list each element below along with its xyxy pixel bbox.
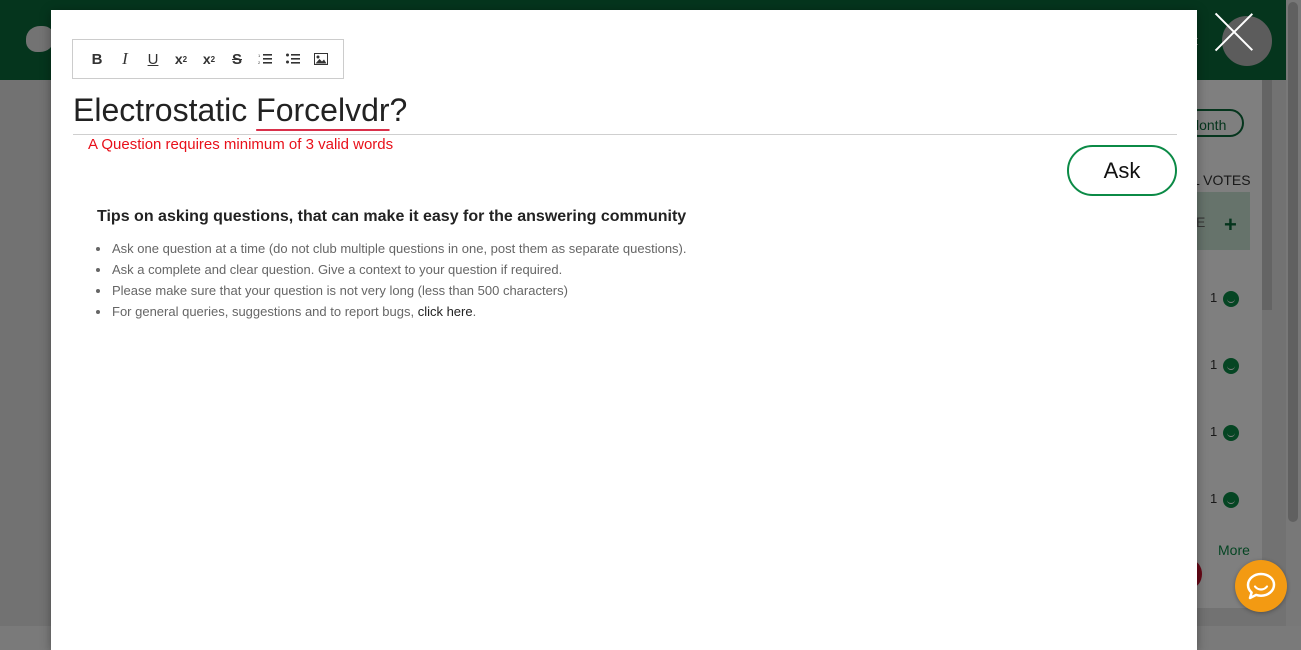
misspelled-word: Forcelvdr xyxy=(256,92,390,128)
chat-button[interactable] xyxy=(1235,560,1287,612)
validation-error: A Question requires minimum of 3 valid w… xyxy=(88,136,394,153)
list-item: For general queries, suggestions and to … xyxy=(111,301,687,322)
question-title-input[interactable]: Electrostatic Forcelvdr? xyxy=(73,86,1177,135)
list-item: Ask one question at a time (do not club … xyxy=(111,238,687,259)
underline-icon[interactable]: U xyxy=(139,45,167,73)
question-title-end: ? xyxy=(389,92,408,128)
close-icon[interactable] xyxy=(1214,12,1254,52)
editor-toolbar: B I U x2 x2 S 12 xyxy=(72,39,344,79)
tips-list: Ask one question at a time (do not club … xyxy=(97,238,687,322)
report-bugs-link[interactable]: click here xyxy=(418,304,473,319)
chat-icon xyxy=(1246,572,1276,600)
ask-button[interactable]: Ask xyxy=(1067,145,1177,196)
subscript-icon[interactable]: x2 xyxy=(167,45,195,73)
list-item: Ask a complete and clear question. Give … xyxy=(111,259,687,280)
strikethrough-icon[interactable]: S xyxy=(223,45,251,73)
list-item: Please make sure that your question is n… xyxy=(111,280,687,301)
bold-icon[interactable]: B xyxy=(83,45,111,73)
tips-heading: Tips on asking questions, that can make … xyxy=(97,208,687,225)
svg-text:2: 2 xyxy=(258,60,261,65)
question-title-text: Electrostatic xyxy=(73,92,257,128)
image-icon[interactable] xyxy=(307,45,335,73)
ask-question-modal: B I U x2 x2 S 12 Electrostatic Forcelvdr… xyxy=(51,10,1197,650)
superscript-icon[interactable]: x2 xyxy=(195,45,223,73)
ordered-list-icon[interactable]: 12 xyxy=(251,45,279,73)
bullet-list-icon[interactable] xyxy=(279,45,307,73)
svg-text:1: 1 xyxy=(258,53,261,58)
italic-icon[interactable]: I xyxy=(111,45,139,73)
